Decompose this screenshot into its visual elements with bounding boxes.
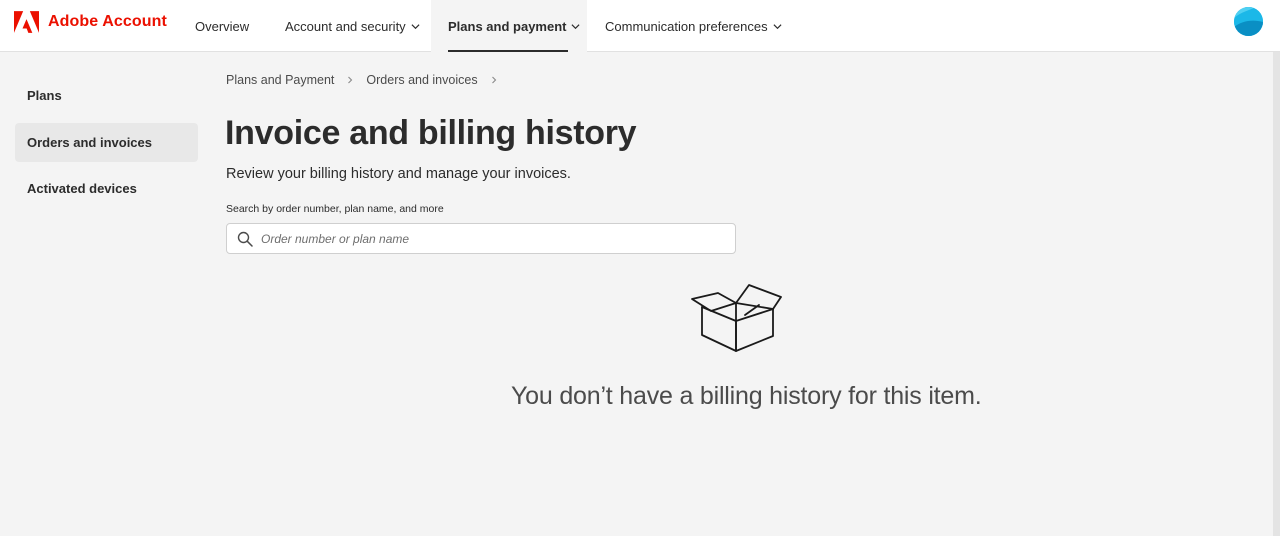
- chevron-down-icon: [571, 23, 580, 29]
- adobe-logo-icon: [14, 11, 39, 33]
- active-tab-indicator: [448, 50, 568, 52]
- nav-account-and-security[interactable]: Account and security: [285, 0, 420, 52]
- empty-state-message: You don’t have a billing history for thi…: [511, 382, 982, 410]
- nav-plans-and-payment[interactable]: Plans and payment: [431, 0, 587, 52]
- avatar-image-icon: [1234, 7, 1263, 36]
- brand-name: Adobe Account: [48, 13, 167, 30]
- sidebar-item-activated-devices[interactable]: Activated devices: [15, 169, 198, 208]
- brand-logo-link[interactable]: Adobe Account: [14, 0, 167, 44]
- sidebar-item-plans[interactable]: Plans: [15, 76, 198, 115]
- search-field[interactable]: [226, 223, 736, 254]
- chevron-right-icon: [348, 76, 353, 84]
- search-icon: [237, 231, 253, 247]
- sidebar-item-label: Activated devices: [27, 181, 137, 196]
- nav-overview[interactable]: Overview: [195, 0, 249, 52]
- page-subtitle: Review your billing history and manage y…: [226, 166, 571, 182]
- chevron-down-icon: [411, 23, 420, 29]
- breadcrumb-link-plans-and-payment[interactable]: Plans and Payment: [226, 73, 334, 87]
- sidebar-item-label: Orders and invoices: [27, 135, 152, 150]
- chevron-right-icon: [491, 76, 496, 84]
- sidebar-item-label: Plans: [27, 88, 62, 103]
- breadcrumb-link-orders-and-invoices[interactable]: Orders and invoices: [366, 73, 477, 87]
- nav-communication-preferences[interactable]: Communication preferences: [605, 0, 782, 52]
- breadcrumb: Plans and Payment Orders and invoices: [226, 72, 510, 88]
- sidebar-item-orders-and-invoices[interactable]: Orders and invoices: [15, 123, 198, 162]
- top-nav-bar: Adobe Account Overview Account and secur…: [0, 0, 1280, 52]
- nav-overview-label: Overview: [195, 18, 250, 34]
- page-scrollbar[interactable]: [1273, 52, 1280, 536]
- nav-communication-label: Communication preferences: [605, 18, 768, 34]
- nav-plans-label: Plans and payment: [448, 18, 567, 34]
- open-box-icon: [691, 284, 782, 352]
- search-label: Search by order number, plan name, and m…: [226, 203, 444, 215]
- user-avatar[interactable]: [1234, 7, 1263, 36]
- chevron-down-icon: [773, 23, 782, 29]
- page-title: Invoice and billing history: [225, 114, 637, 152]
- search-input[interactable]: [261, 225, 731, 252]
- nav-account-label: Account and security: [285, 18, 406, 34]
